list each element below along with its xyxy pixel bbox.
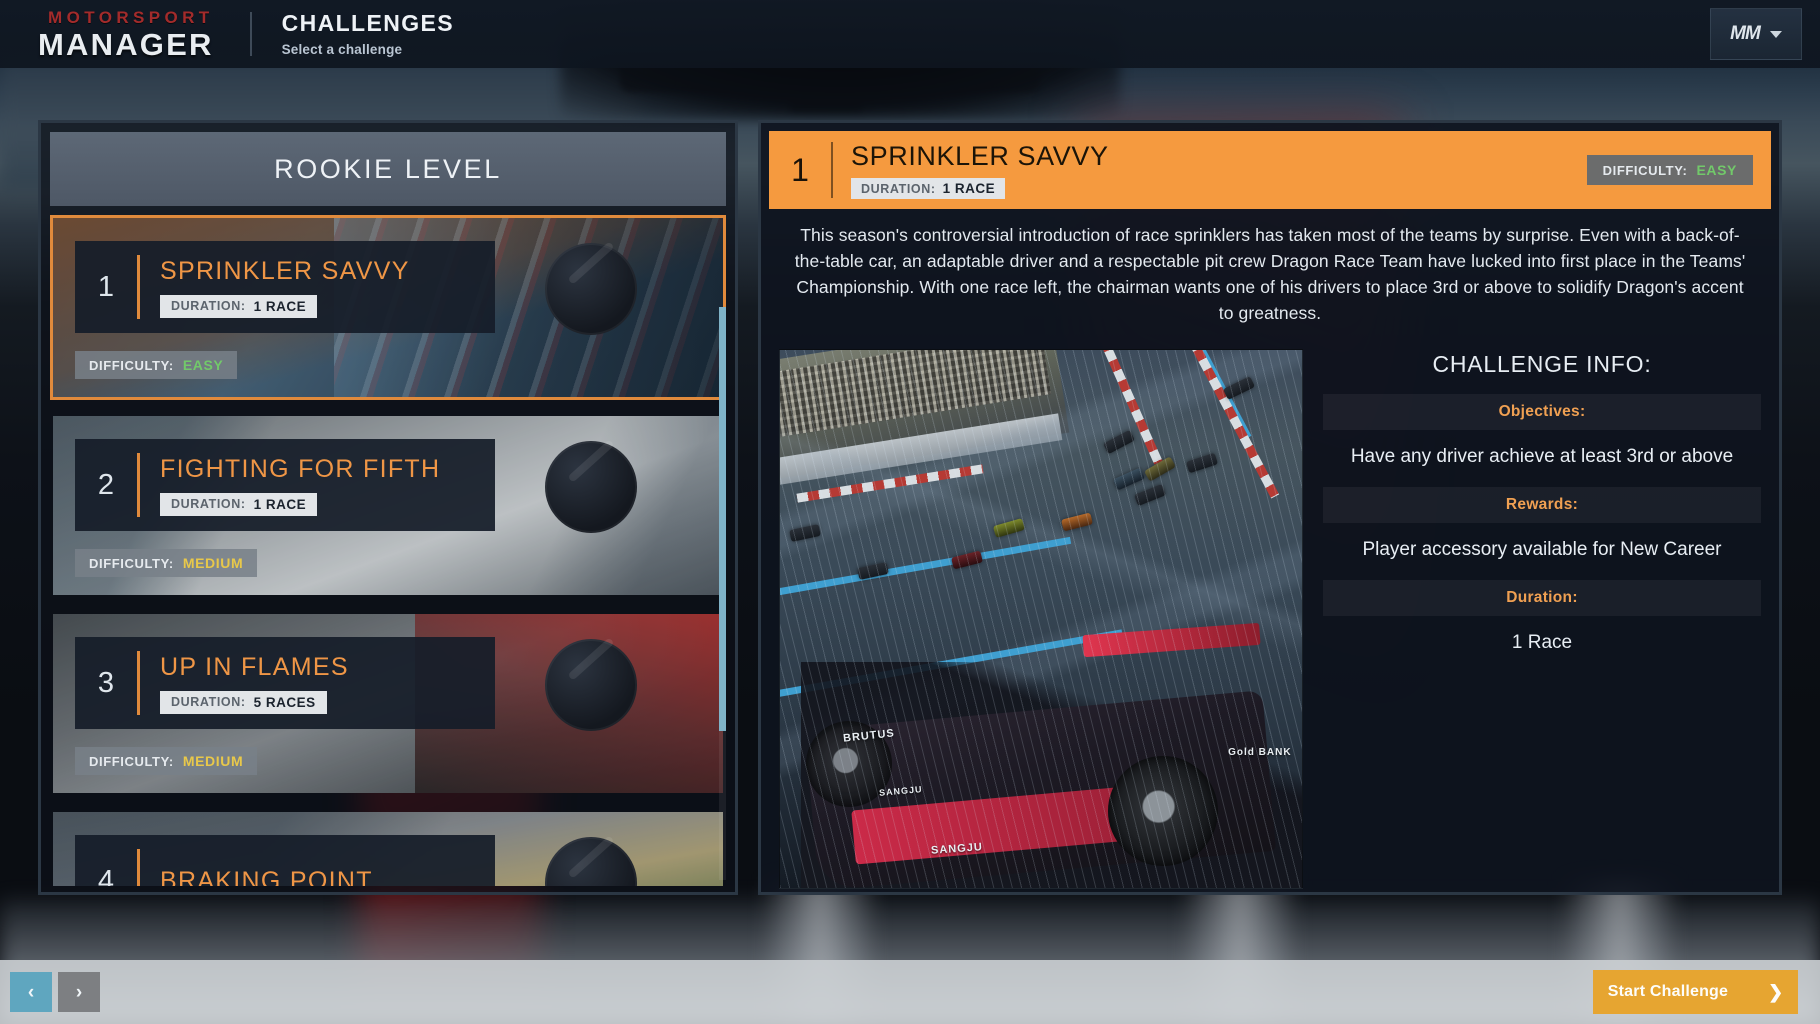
card-badge-circle (545, 441, 637, 533)
chevron-right-icon: › (75, 981, 83, 1003)
rewards-value: Player accessory available for New Caree… (1362, 538, 1722, 560)
card-title-bar: 4 BRAKING POINT (75, 835, 495, 886)
card-title-bar: 1 SPRINKLER SAVVY DURATION: 1 RACE (75, 241, 495, 333)
card-accent-tick (137, 255, 140, 319)
card-duration-pill: DURATION: 1 RACE (160, 492, 318, 516)
start-challenge-label: Start Challenge (1607, 983, 1729, 1000)
detail-duration-value: 1 RACE (942, 181, 996, 196)
card-number: 2 (97, 468, 115, 501)
detail-accent-tick (831, 142, 833, 198)
rewards-label: Rewards: (1323, 486, 1761, 523)
profile-dropdown-button[interactable]: MM (1710, 8, 1802, 60)
bottom-bar: ‹ › Start Challenge ❯ (0, 960, 1820, 1024)
card-difficulty-badge: DIFFICULTY: MEDIUM (75, 549, 258, 577)
card-title: FIGHTING FOR FIFTH (160, 454, 441, 483)
challenge-card-4[interactable]: 4 BRAKING POINT (50, 809, 726, 886)
profile-mm-label: MM (1730, 23, 1761, 44)
card-difficulty-value: MEDIUM (182, 753, 244, 769)
card-duration-pill: DURATION: 5 RACES (160, 690, 327, 714)
challenge-detail-panel: 1 SPRINKLER SAVVY DURATION: 1 RACE DIFFI… (758, 120, 1782, 895)
card-accent-tick (137, 849, 140, 886)
card-badge-circle (545, 639, 637, 731)
card-duration-key: DURATION: (171, 695, 246, 709)
detail-header: 1 SPRINKLER SAVVY DURATION: 1 RACE DIFFI… (769, 131, 1771, 209)
challenge-info-title: CHALLENGE INFO: (1432, 350, 1652, 377)
card-duration-value: 1 RACE (253, 298, 307, 314)
card-title-bar: 2 FIGHTING FOR FIFTH DURATION: 1 RACE (75, 439, 495, 531)
card-text-group: UP IN FLAMES DURATION: 5 RACES (160, 653, 349, 714)
logo-manager-text: MANAGER (38, 26, 214, 62)
objectives-value: Have any driver achieve at least 3rd or … (1350, 445, 1734, 467)
page-subtitle: Select a challenge (281, 42, 403, 58)
card-duration-value: 5 RACES (253, 694, 316, 710)
header-title-group: CHALLENGES Select a challenge (282, 10, 454, 58)
card-difficulty-key: DIFFICULTY: (89, 357, 174, 373)
challenge-list-panel: ROOKIE LEVEL 1 SPRINKLER SAVVY DURATION:… (38, 120, 738, 895)
card-difficulty-key: DIFFICULTY: (89, 555, 174, 571)
challenge-card-3[interactable]: 3 UP IN FLAMES DURATION: 5 RACES DIFFICU… (50, 611, 726, 796)
logo-motorsport-text: MOTORSPORT (48, 7, 214, 27)
chevron-down-icon (1769, 30, 1782, 38)
challenge-list-viewport[interactable]: 1 SPRINKLER SAVVY DURATION: 1 RACE DIFFI… (50, 215, 726, 886)
game-logo: MOTORSPORT MANAGER (38, 9, 214, 60)
detail-difficulty-badge: DIFFICULTY: EASY (1586, 155, 1753, 185)
app-root: MOTORSPORT MANAGER CHALLENGES Select a c… (0, 0, 1820, 1024)
card-duration-pill: DURATION: 1 RACE (160, 294, 318, 318)
chevron-left-icon: ‹ (27, 981, 35, 1003)
duration-label: Duration: (1323, 579, 1761, 616)
card-duration-value: 1 RACE (253, 496, 307, 512)
back-button[interactable]: ‹ (10, 972, 52, 1012)
challenge-description: This season's controversial introduction… (794, 225, 1746, 323)
detail-title: SPRINKLER SAVVY (851, 141, 1109, 171)
card-title-bar: 3 UP IN FLAMES DURATION: 5 RACES (75, 637, 495, 729)
card-text-group: FIGHTING FOR FIFTH DURATION: 1 RACE (160, 455, 440, 516)
detail-title-group: SPRINKLER SAVVY DURATION: 1 RACE (851, 141, 1109, 199)
card-badge-circle (545, 243, 637, 335)
card-number: 1 (97, 270, 115, 303)
card-difficulty-badge: DIFFICULTY: EASY (75, 351, 238, 379)
artwork-rain-overlay (780, 349, 1302, 888)
detail-number: 1 (791, 151, 809, 188)
challenge-info-column: CHALLENGE INFO: Objectives: Have any dri… (1323, 349, 1761, 889)
challenge-list-scrollbar[interactable] (719, 307, 726, 880)
level-header-label: ROOKIE LEVEL (274, 153, 502, 184)
page-title: CHALLENGES (281, 9, 455, 36)
objectives-label: Objectives: (1323, 393, 1761, 430)
chevron-right-icon: ❯ (1768, 982, 1784, 1002)
card-duration-key: DURATION: (171, 299, 246, 313)
card-title: BRAKING POINT (160, 866, 373, 887)
detail-difficulty-value: EASY (1696, 162, 1737, 178)
forward-button[interactable]: › (58, 972, 100, 1012)
challenge-artwork-image: BRUTUS SANGJU SANGJU Gold BANK (779, 348, 1303, 889)
detail-duration-pill: DURATION: 1 RACE (851, 178, 1006, 199)
card-difficulty-badge: DIFFICULTY: MEDIUM (75, 747, 258, 775)
card-difficulty-value: EASY (182, 357, 224, 373)
card-number: 3 (97, 666, 115, 699)
card-duration-key: DURATION: (171, 497, 246, 511)
level-header: ROOKIE LEVEL (50, 132, 726, 206)
scrollbar-thumb[interactable] (719, 307, 726, 732)
challenge-card-1[interactable]: 1 SPRINKLER SAVVY DURATION: 1 RACE DIFFI… (50, 215, 726, 400)
detail-difficulty-key: DIFFICULTY: (1602, 162, 1688, 178)
challenge-card-2[interactable]: 2 FIGHTING FOR FIFTH DURATION: 1 RACE DI… (50, 413, 726, 598)
duration-value: 1 Race (1511, 631, 1573, 653)
card-text-group: BRAKING POINT (160, 867, 373, 887)
card-number: 4 (97, 864, 115, 887)
detail-body: BRUTUS SANGJU SANGJU Gold BANK CHALLENGE… (779, 348, 1761, 889)
card-difficulty-value: MEDIUM (182, 555, 244, 571)
top-header-bar: MOTORSPORT MANAGER CHALLENGES Select a c… (0, 0, 1820, 68)
detail-duration-key: DURATION: (861, 181, 936, 196)
card-accent-tick (137, 453, 140, 517)
header-divider (249, 12, 252, 56)
card-accent-tick (137, 651, 140, 715)
card-difficulty-key: DIFFICULTY: (89, 753, 174, 769)
card-title: UP IN FLAMES (160, 652, 349, 681)
card-text-group: SPRINKLER SAVVY DURATION: 1 RACE (160, 257, 410, 318)
card-title: SPRINKLER SAVVY (160, 256, 410, 285)
start-challenge-button[interactable]: Start Challenge ❯ (1593, 970, 1798, 1014)
